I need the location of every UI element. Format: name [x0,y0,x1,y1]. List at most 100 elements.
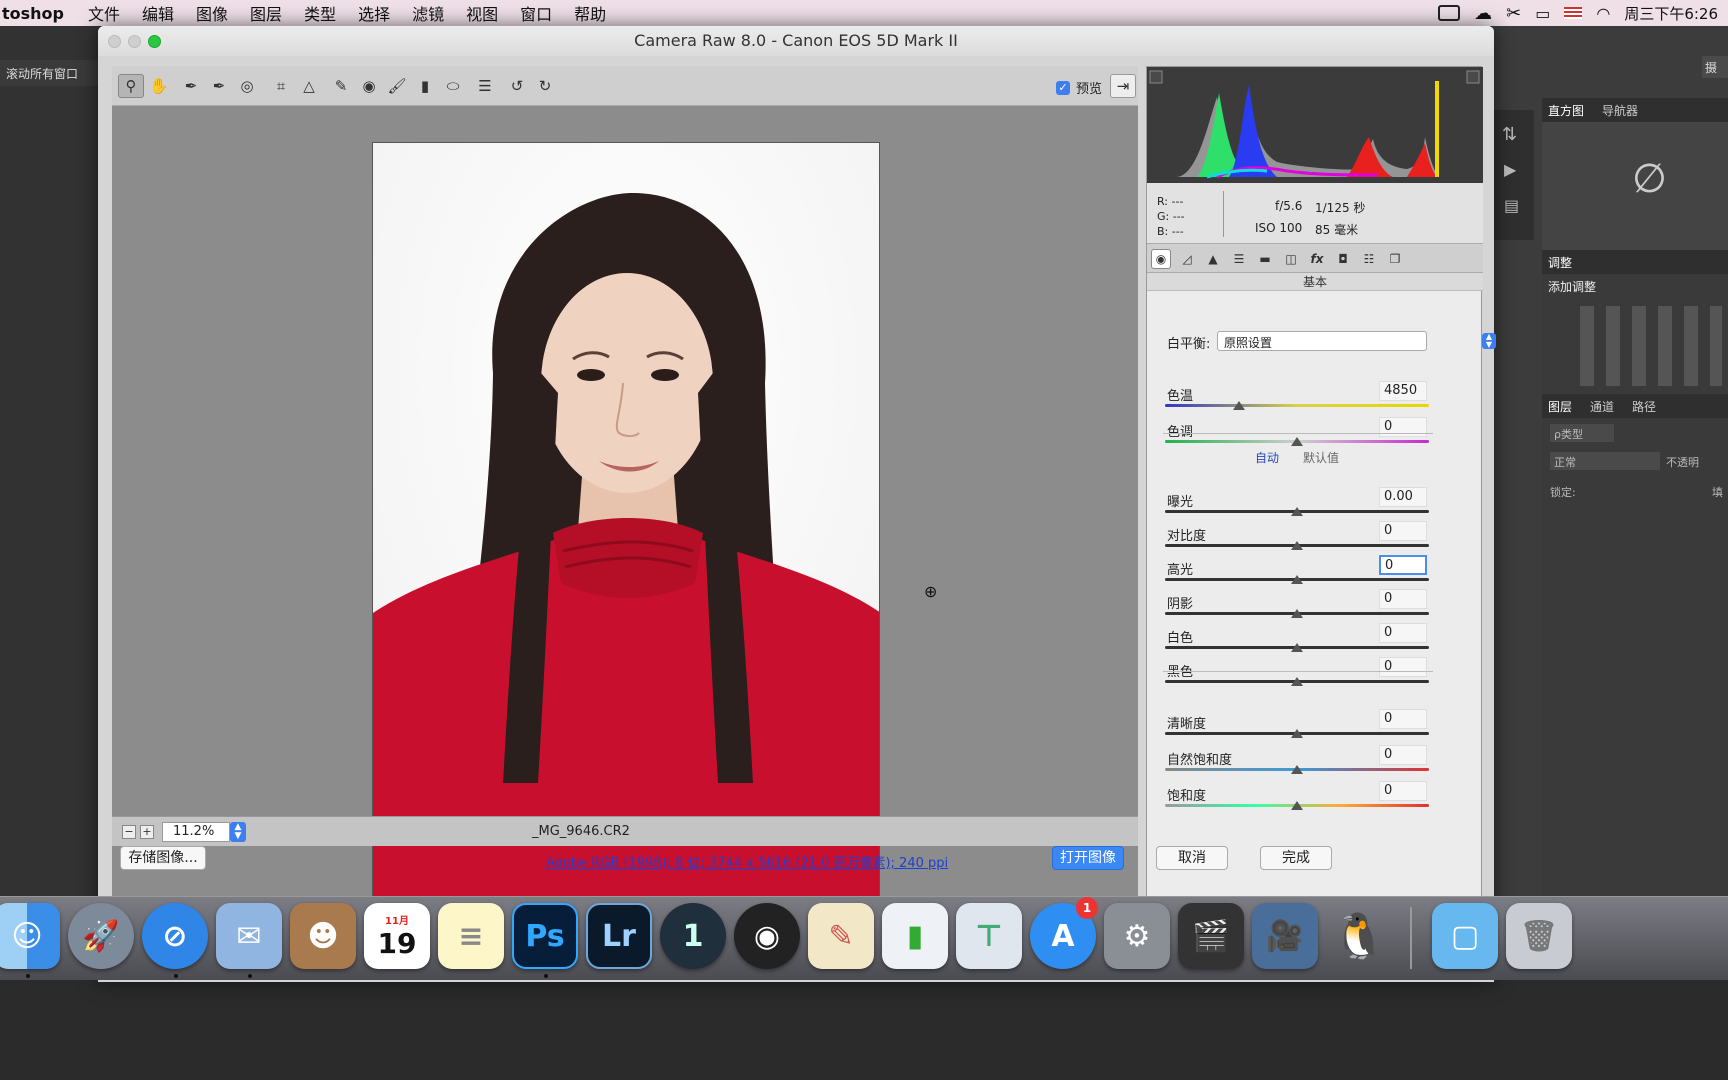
exposure-slider-thumb[interactable] [1291,507,1303,516]
scissors-icon[interactable]: ✂ [1506,3,1521,24]
tab-navigator[interactable]: 导航器 [1602,102,1638,119]
contrast-value-field[interactable]: 0 [1379,521,1427,541]
spot-removal-icon[interactable]: ✎ [328,74,354,98]
saturation-slider-thumb[interactable] [1291,801,1303,810]
play-icon[interactable]: ▶ [1504,160,1516,179]
basic-tab-icon[interactable]: ◉ [1151,249,1171,269]
contacts-icon[interactable]: ☻ [290,903,356,969]
flag-icon[interactable] [1564,7,1583,19]
hsl-tab-icon[interactable]: ☰ [1229,249,1249,269]
hand-tool-icon[interactable]: ✋ [146,74,172,98]
finder-icon[interactable]: ☺ [0,903,60,969]
app-store-icon[interactable]: A 1 [1030,897,1098,969]
menu-image[interactable]: 图像 [196,1,228,25]
imovie-icon[interactable]: 🎥 [1252,903,1318,969]
default-button[interactable]: 默认值 [1303,449,1339,466]
snapshots-tab-icon[interactable]: ❐ [1385,249,1405,269]
tint-value-field[interactable]: 0 [1379,417,1427,437]
ps-scroll-all-windows[interactable]: 滚动所有窗口 [0,60,98,86]
keynote-icon[interactable]: ⊤ [956,903,1022,969]
targeted-adjust-icon[interactable]: ◎ [234,74,260,98]
exposure-value-field[interactable]: 0.00 [1379,487,1427,507]
calendar-icon[interactable]: 11月 19 [364,903,430,969]
red-eye-icon[interactable]: ◉ [356,74,382,98]
blacks-slider-thumb[interactable] [1291,677,1303,686]
blend-mode-select[interactable]: 正常 [1550,452,1660,470]
tone-curve-tab-icon[interactable]: ◿ [1177,249,1197,269]
white-balance-select[interactable]: 原照设置 ▲ ▼ [1217,331,1496,351]
whites-slider-thumb[interactable] [1291,643,1303,652]
zoom-tool-icon[interactable]: ⚲ [118,74,144,98]
tint-slider-thumb[interactable] [1291,437,1303,446]
graduated-filter-icon[interactable]: ▮ [412,74,438,98]
rotate-right-icon[interactable]: ↻ [532,74,558,98]
mail-icon[interactable]: ✉ [216,903,282,969]
adjustment-brush-icon[interactable]: 🖌 [384,74,410,98]
saturation-value-field[interactable]: 0 [1379,781,1427,801]
tab-adjustments[interactable]: 调整 [1548,254,1572,271]
camera-calibration-tab-icon[interactable]: ◘ [1333,249,1353,269]
highlights-value-field[interactable]: 0 [1379,555,1427,575]
final-cut-icon[interactable]: 🎬 [1178,903,1244,969]
adjustment-icons-grid[interactable] [1572,306,1722,386]
pages-icon[interactable]: ✎ [808,903,874,969]
color-sampler-icon[interactable]: ✒ [206,74,232,98]
temperature-value-field[interactable]: 4850 [1379,381,1427,401]
app-menu[interactable]: toshop [0,4,64,23]
menu-help[interactable]: 帮助 [574,1,606,25]
layer-comp-icon[interactable]: ▤ [1504,196,1519,215]
blacks-value-field[interactable]: 0 [1379,657,1427,677]
history-icon[interactable]: ⇅ [1502,124,1517,145]
straighten-tool-icon[interactable]: △ [296,74,322,98]
close-icon[interactable] [108,35,121,48]
clock[interactable]: 周三下午6:26 [1624,3,1718,24]
auto-button[interactable]: 自动 [1255,449,1279,466]
image-canvas[interactable]: ⊕ [112,106,1138,916]
downloads-folder-icon[interactable]: ▢ [1432,903,1498,969]
fullscreen-icon[interactable]: ⇥ [1110,74,1136,98]
menu-layer[interactable]: 图层 [250,1,282,25]
notes-icon[interactable]: ≡ [438,903,504,969]
creative-cloud-icon[interactable]: ☁ [1474,3,1492,24]
zoom-window-icon[interactable] [148,35,161,48]
workflow-options-link[interactable]: Adobe RGB (1998); 8 位; 3744 x 5616 (21.0… [546,852,948,871]
launchpad-icon[interactable]: 🚀 [68,903,134,969]
highlights-slider-thumb[interactable] [1291,575,1303,584]
presets-tab-icon[interactable]: ☷ [1359,249,1379,269]
trash-icon[interactable]: 🗑 [1506,903,1572,969]
wifi-icon[interactable]: ◠ [1596,4,1610,23]
effects-tab-icon[interactable]: fx [1307,249,1327,269]
contrast-slider-thumb[interactable] [1291,541,1303,550]
tab-channels[interactable]: 通道 [1590,398,1614,415]
screen-record-icon[interactable] [1438,5,1461,21]
shadows-value-field[interactable]: 0 [1379,589,1427,609]
white-balance-tool-icon[interactable]: ✒ [178,74,204,98]
rotate-left-icon[interactable]: ↺ [504,74,530,98]
temperature-slider-track[interactable] [1165,404,1429,407]
open-image-button[interactable]: 打开图像 [1052,846,1124,870]
zoom-level-field[interactable]: 11.2% [162,822,230,842]
radial-filter-icon[interactable]: ⬭ [440,74,466,98]
airplay-icon[interactable]: ▭ [1535,4,1550,23]
photo-booth-icon[interactable]: ◉ [734,903,800,969]
menu-select[interactable]: 选择 [358,1,390,25]
cancel-button[interactable]: 取消 [1156,846,1228,870]
crop-tool-icon[interactable]: ⌗ [268,74,294,98]
zoom-out-icon[interactable]: − [122,825,136,839]
whites-value-field[interactable]: 0 [1379,623,1427,643]
detail-tab-icon[interactable]: ▲ [1203,249,1223,269]
system-preferences-icon[interactable]: ⚙ [1104,903,1170,969]
menu-type[interactable]: 类型 [304,1,336,25]
zoom-in-icon[interactable]: + [140,825,154,839]
done-button[interactable]: 完成 [1260,846,1332,870]
safari-icon[interactable]: ⊘ [142,903,208,969]
preferences-icon[interactable]: ☰ [472,74,498,98]
clarity-value-field[interactable]: 0 [1379,709,1427,729]
shadows-slider-thumb[interactable] [1291,609,1303,618]
split-toning-tab-icon[interactable]: ▬ [1255,249,1275,269]
menu-window[interactable]: 窗口 [520,1,552,25]
tab-layers[interactable]: 图层 [1548,398,1572,415]
menu-view[interactable]: 视图 [466,1,498,25]
preview-toggle[interactable]: ✓ 预览 [1056,78,1102,97]
qq-icon[interactable]: 🐧 [1326,903,1392,969]
